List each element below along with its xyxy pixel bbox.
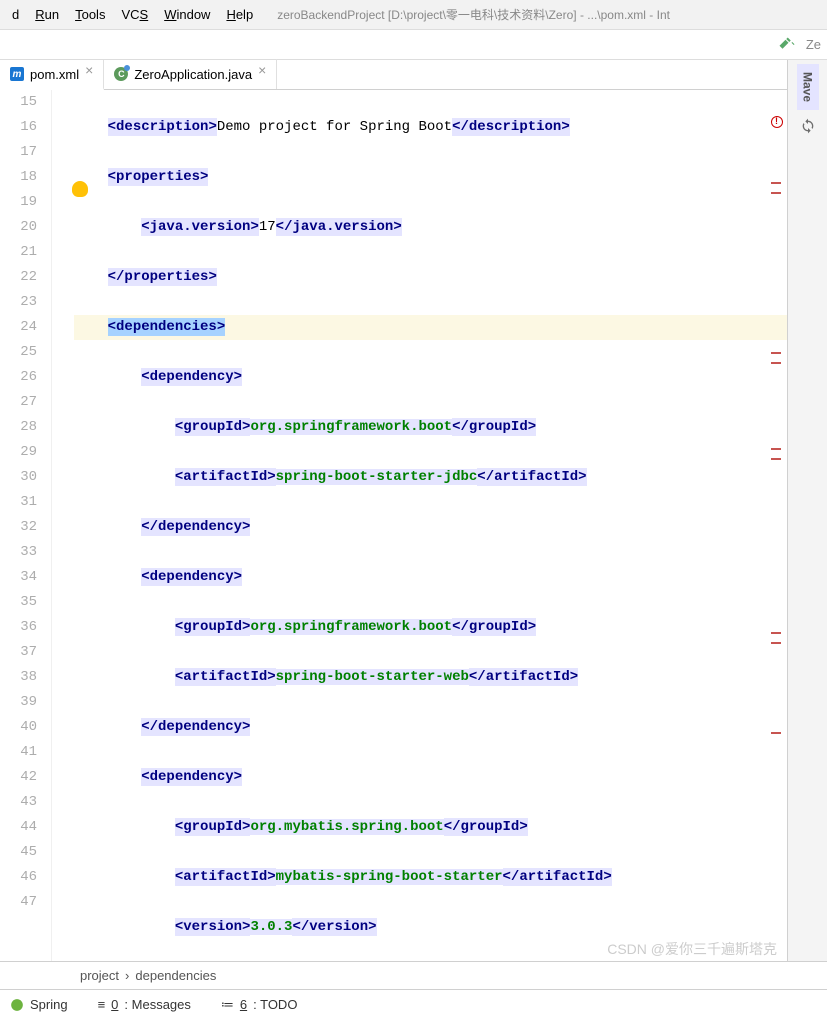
warn-marker[interactable] — [771, 732, 781, 734]
window-title: zeroBackendProject [D:\project\零一电科\技术资料… — [277, 6, 823, 23]
watermark: CSDN @爱你三千遍斯塔克 — [607, 939, 777, 959]
messages-icon: ≡ — [98, 997, 106, 1012]
class-icon: C — [114, 67, 128, 81]
warn-marker[interactable] — [771, 642, 781, 644]
crumb-deps[interactable]: dependencies — [135, 968, 216, 983]
build-icon[interactable] — [778, 36, 796, 54]
error-marker[interactable] — [771, 116, 783, 128]
menu-run[interactable]: Run — [27, 7, 67, 22]
menu-help[interactable]: Help — [218, 7, 261, 22]
config-icon[interactable]: Ze — [806, 37, 821, 52]
warn-marker[interactable] — [771, 182, 781, 184]
menu-tools[interactable]: Tools — [67, 7, 113, 22]
warn-marker[interactable] — [771, 458, 781, 460]
spring-icon — [10, 998, 24, 1012]
maven-icon: m — [10, 67, 24, 81]
code-area[interactable]: <description>Demo project for Spring Boo… — [70, 90, 827, 961]
status-todo[interactable]: ≔6: TODO — [221, 997, 298, 1013]
warn-marker[interactable] — [771, 192, 781, 194]
warn-marker[interactable] — [771, 362, 781, 364]
maven-toolwindow[interactable]: Mave — [797, 64, 819, 110]
close-icon[interactable]: × — [258, 62, 266, 87]
right-toolwindow: Mave — [787, 60, 827, 961]
toolbar: Ze — [0, 30, 827, 60]
menu-build[interactable]: d — [4, 7, 27, 22]
close-icon[interactable]: × — [85, 62, 93, 87]
tab-zeroapp[interactable]: C ZeroApplication.java × — [104, 59, 277, 89]
gutter: 1516171819202122232425262728293031323334… — [0, 90, 52, 961]
tab-pom[interactable]: m pom.xml × — [0, 60, 104, 90]
tab-label: ZeroApplication.java — [134, 67, 252, 82]
intention-bulb-icon[interactable] — [72, 181, 88, 197]
refresh-icon[interactable] — [800, 118, 816, 134]
warn-marker[interactable] — [771, 632, 781, 634]
crumb-project[interactable]: project — [80, 968, 119, 983]
warn-marker[interactable] — [771, 352, 781, 354]
editor-tabs: m pom.xml × C ZeroApplication.java × — [0, 60, 827, 90]
menu-window[interactable]: Window — [156, 7, 218, 22]
tab-label: pom.xml — [30, 67, 79, 82]
crumb-sep: › — [125, 968, 129, 983]
warn-marker[interactable] — [771, 448, 781, 450]
todo-icon: ≔ — [221, 997, 234, 1013]
status-bar: Spring ≡0: Messages ≔6: TODO — [0, 989, 827, 1019]
status-messages[interactable]: ≡0: Messages — [98, 997, 191, 1012]
editor[interactable]: 1516171819202122232425262728293031323334… — [0, 90, 827, 961]
menu-bar: d Run Tools VCS Window Help zeroBackendP… — [0, 0, 827, 30]
status-spring[interactable]: Spring — [10, 997, 68, 1012]
breadcrumb: project › dependencies — [0, 961, 827, 989]
menu-vcs[interactable]: VCS — [113, 7, 156, 22]
fold-gutter — [52, 90, 70, 961]
